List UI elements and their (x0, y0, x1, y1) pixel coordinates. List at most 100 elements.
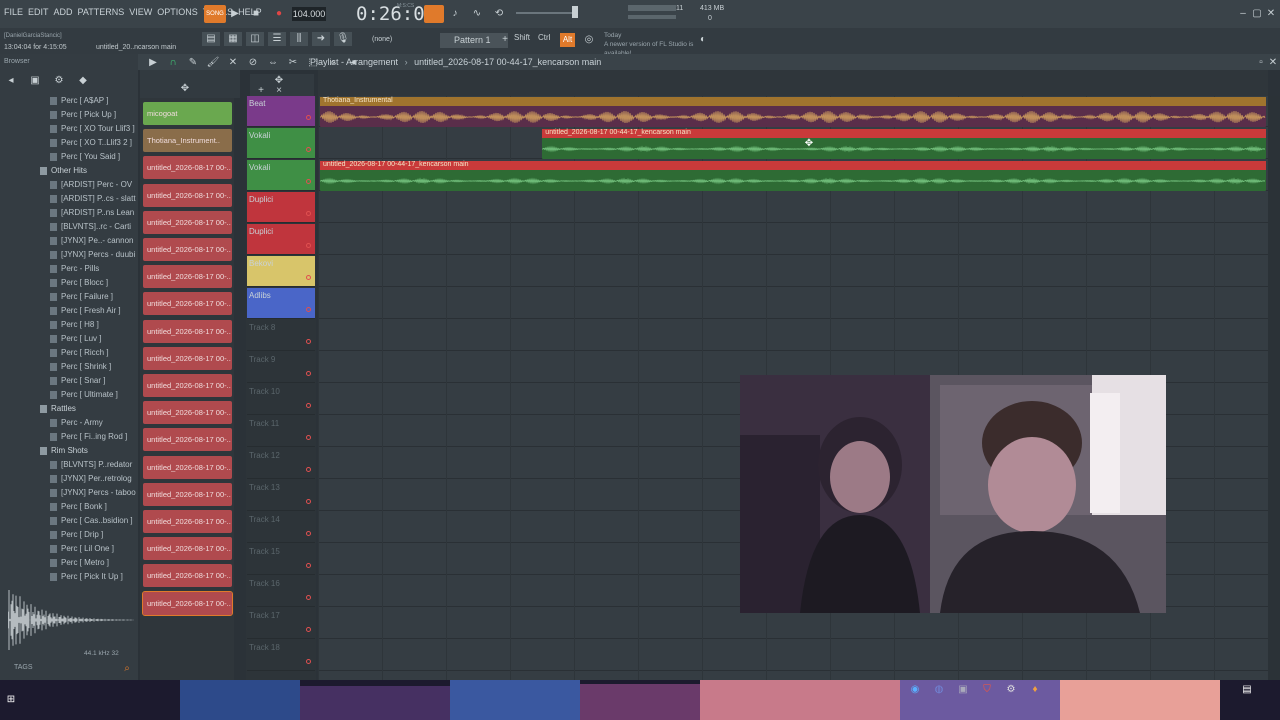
channel-button[interactable]: untitled_2026-08-17 00-.. (143, 265, 232, 289)
playlist-row[interactable] (318, 320, 1268, 351)
channel-button[interactable]: untitled_2026-08-17 00-.. (143, 156, 232, 180)
close-icon[interactable]: ✕ (1264, 7, 1278, 21)
channel-rack-icon[interactable]: ☰ (268, 32, 286, 46)
tray-icon[interactable]: ▤ (1240, 683, 1254, 697)
track-record-icon[interactable] (306, 467, 311, 472)
playlist-menu-icon[interactable]: ▶ (146, 56, 160, 70)
channel-button[interactable]: untitled_2026-08-17 00-.. (143, 210, 232, 234)
track-record-icon[interactable] (306, 627, 311, 632)
track-header[interactable]: Track 16 (247, 576, 315, 607)
track-header[interactable]: Track 10 (247, 384, 315, 415)
track-record-icon[interactable] (306, 659, 311, 664)
track-header[interactable]: Track 17 (247, 608, 315, 639)
maximize-icon[interactable]: ▢ (1250, 7, 1264, 21)
loop-record-icon[interactable]: ⟲ (492, 7, 506, 21)
alt-key-button[interactable]: Alt (560, 33, 575, 47)
channel-button[interactable]: untitled_2026-08-17 00-.. (143, 455, 232, 479)
track-record-icon[interactable] (306, 435, 311, 440)
audio-clip[interactable]: Thotiana_Instrumental (320, 97, 1266, 127)
channel-button[interactable]: untitled_2026-08-17 00-.. (143, 510, 232, 533)
browser-file[interactable]: Perc [ Fi..ing Rod ] (0, 430, 138, 444)
track-record-icon[interactable] (306, 339, 311, 344)
browser-folder[interactable]: Rim Shots (0, 444, 138, 458)
browser-file[interactable]: Perc [ Cas..bsidion ] (0, 514, 138, 528)
play-icon[interactable]: ▶ (228, 7, 242, 21)
browser-file[interactable]: Perc [ Luv ] (0, 332, 138, 346)
channel-button[interactable]: Thotiana_Instrument.. (143, 129, 232, 153)
track-record-icon[interactable] (306, 563, 311, 568)
timeline-ruler[interactable] (318, 70, 1268, 96)
paint-icon[interactable]: 🖌 (206, 56, 220, 70)
discord-icon[interactable]: ◍ (932, 683, 946, 697)
track-header[interactable]: Track 15 (247, 544, 315, 575)
menu-patterns[interactable]: PATTERNS (78, 7, 125, 17)
browser-file[interactable]: [JYNX] Pe..- cannon (0, 234, 138, 248)
browser-back-icon[interactable]: ◂ (4, 74, 18, 88)
plugin-picker-icon[interactable]: ➜ (312, 32, 330, 46)
track-header[interactable]: Track 14 (247, 512, 315, 543)
playlist-close-icon[interactable]: ✕ (1266, 56, 1280, 70)
channel-button[interactable]: untitled_2026-08-17 00-.. (143, 482, 232, 506)
stop-icon[interactable]: ■ (249, 7, 263, 21)
track-record-icon[interactable] (306, 531, 311, 536)
master-pitch-handle[interactable] (572, 6, 578, 18)
menu-add[interactable]: ADD (54, 7, 73, 17)
track-header[interactable]: Track 11 (247, 416, 315, 447)
picker-icon[interactable]: ✥ (178, 82, 192, 96)
channel-button[interactable]: untitled_2026-08-17 00-.. (143, 401, 232, 425)
pencil-icon[interactable]: ✎ (186, 56, 200, 70)
browser-collapse-icon[interactable]: ▣ (28, 74, 42, 88)
track-header[interactable]: Duplici (247, 192, 315, 223)
track-record-icon[interactable] (306, 595, 311, 600)
browser-file[interactable]: Perc [ A$AP ] (0, 94, 138, 108)
playlist-icon[interactable]: ▤ (202, 32, 220, 46)
clip-title-bar[interactable] (320, 97, 1266, 106)
menu-file[interactable]: FILE (4, 7, 23, 17)
output-selector[interactable]: (none) (372, 36, 392, 43)
mute-icon[interactable]: ⊘ (246, 56, 260, 70)
browser-file[interactable]: Perc [ Fresh Air ] (0, 304, 138, 318)
track-record-icon[interactable] (306, 499, 311, 504)
browser-file[interactable]: [BLVNTS] P..redator (0, 458, 138, 472)
search-icon[interactable]: ⌕ (120, 662, 134, 676)
record-icon[interactable]: ● (272, 7, 286, 21)
track-header[interactable]: Track 12 (247, 448, 315, 479)
audio-clip[interactable]: untitled_2026-08-17 00-44-17_kencarson m… (542, 129, 1266, 159)
slip-icon[interactable]: ⇔ (266, 56, 280, 70)
browser-file[interactable]: Perc - Army (0, 416, 138, 430)
track-record-icon[interactable] (306, 403, 311, 408)
playlist-row[interactable] (318, 256, 1268, 287)
track-record-icon[interactable] (306, 307, 311, 312)
track-header[interactable]: Adlibs (247, 288, 315, 319)
browser-file[interactable]: Perc [ Pick Up ] (0, 108, 138, 122)
browser-file[interactable]: Perc [ Snar ] (0, 374, 138, 388)
ctrl-key-button[interactable]: Ctrl (538, 33, 550, 42)
playlist-scrollbar[interactable] (1268, 96, 1280, 680)
browser-file[interactable]: Perc [ Shrink ] (0, 360, 138, 374)
track-header[interactable]: Track 18 (247, 640, 315, 671)
browser-file[interactable]: [JYNX] Per..retrolog (0, 472, 138, 486)
browser-file[interactable]: Perc [ Blocc ] (0, 276, 138, 290)
channel-button[interactable]: untitled_2026-08-17 00-.. (143, 374, 232, 397)
browser-file[interactable]: [JYNX] Percs - taboo (0, 486, 138, 500)
menu-view[interactable]: VIEW (129, 7, 152, 17)
channel-button[interactable]: untitled_2026-08-17 00-.. (143, 564, 232, 588)
playlist-row[interactable] (318, 288, 1268, 319)
playlist-row[interactable] (318, 224, 1268, 255)
browser-file[interactable]: [ARDIST] P..ns Lean (0, 206, 138, 220)
track-header[interactable]: Track 9 (247, 352, 315, 383)
channel-button[interactable]: untitled_2026-08-17 00-.. (143, 319, 232, 343)
browser-folder[interactable]: Other Hits (0, 164, 138, 178)
browser-search-icon[interactable]: ◆ (76, 74, 90, 88)
windows-start-icon[interactable]: ⊞ (4, 693, 18, 707)
track-record-icon[interactable] (306, 211, 311, 216)
track-header[interactable]: Track 13 (247, 480, 315, 511)
browser-icon[interactable]: ◫ (246, 32, 264, 46)
channel-button[interactable]: untitled_2026-08-17 00-.. (143, 183, 232, 207)
channel-button[interactable]: untitled_2026-08-17 00-.. (143, 238, 232, 261)
track-record-icon[interactable] (306, 115, 311, 120)
track-header[interactable]: Vokali (247, 128, 315, 159)
track-record-icon[interactable] (306, 147, 311, 152)
pattern-song-toggle-icon[interactable] (424, 5, 444, 23)
metronome-icon[interactable]: ♪ (448, 7, 462, 21)
